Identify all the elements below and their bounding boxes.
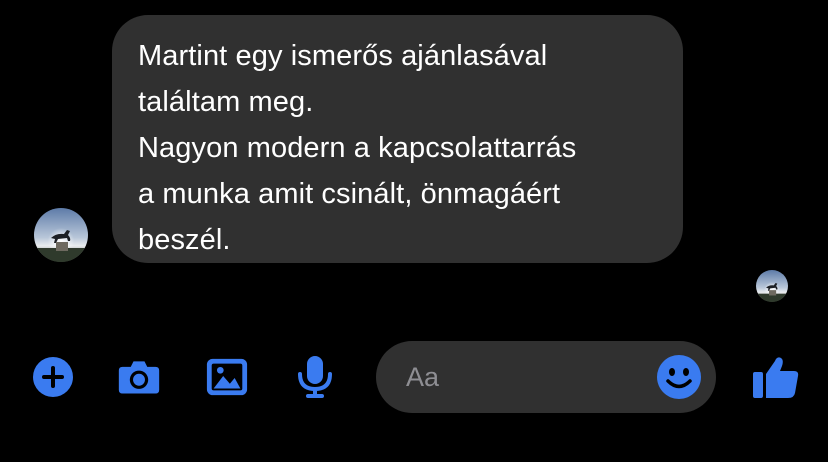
message-line: Martint egy ismerős ajánlasával	[138, 40, 548, 72]
message-bubble[interactable]: Martint egy ismerős ajánlasával találtam…	[112, 15, 683, 263]
camera-button[interactable]	[117, 355, 161, 399]
gallery-button[interactable]	[205, 355, 249, 399]
message-line: találtam meg.	[138, 86, 314, 118]
message-composer[interactable]	[376, 341, 716, 413]
read-receipt-avatar	[756, 270, 788, 302]
avatar-image	[34, 208, 88, 262]
sender-avatar[interactable]	[34, 208, 88, 262]
image-icon	[206, 358, 248, 396]
message-line: beszél.	[138, 224, 231, 256]
voice-button[interactable]	[293, 355, 337, 399]
message-line: a munka amit csinált, önmagáért	[138, 178, 561, 210]
camera-icon	[118, 361, 160, 394]
emoji-button[interactable]	[656, 354, 702, 400]
add-button[interactable]	[31, 355, 75, 399]
thumbs-up-icon	[753, 357, 799, 398]
message-line: Nagyon modern a kapcsolattarrás	[138, 132, 577, 164]
message-input[interactable]	[406, 357, 646, 397]
smiley-icon	[657, 355, 701, 399]
plus-circle-icon	[33, 357, 73, 397]
like-button[interactable]	[751, 352, 801, 402]
microphone-icon	[298, 356, 332, 398]
avatar-image	[756, 270, 788, 302]
